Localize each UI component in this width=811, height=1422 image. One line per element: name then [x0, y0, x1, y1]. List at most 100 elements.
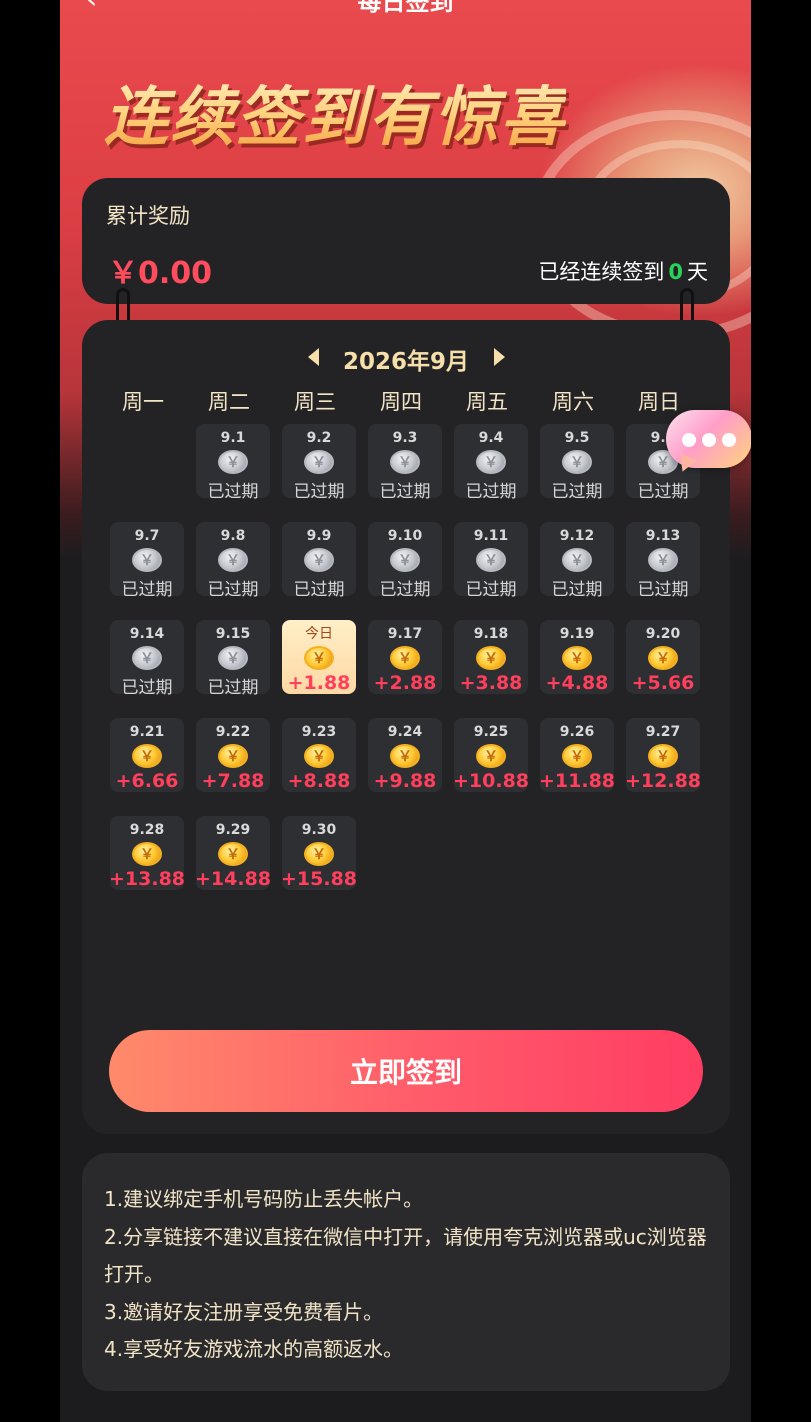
day-date: 9.14 — [129, 626, 165, 642]
calendar-day-9-12: 9.12 ￥ 已过期 — [540, 522, 614, 600]
calendar-day-9-10: 9.10 ￥ 已过期 — [368, 522, 442, 600]
gold-coin-icon: ￥ — [304, 842, 334, 866]
day-status: 已过期 — [465, 482, 517, 502]
calendar-day-9-21: 9.21 ￥ +6.66 — [110, 718, 184, 792]
gold-coin-icon: ￥ — [132, 744, 162, 768]
day-date: 9.11 — [473, 528, 509, 544]
silver-coin-icon: ￥ — [132, 646, 162, 670]
day-date: 9.4 — [478, 430, 504, 446]
day-date: 9.25 — [473, 724, 509, 740]
calendar-day-9-27: 9.27 ￥ +12.88 — [625, 718, 701, 792]
calendar-day-9-15: 9.15 ￥ 已过期 — [196, 620, 270, 698]
chat-bubble-icon[interactable] — [666, 410, 751, 476]
day-status: 已过期 — [207, 482, 259, 502]
day-date: 9.20 — [645, 626, 681, 642]
calendar-day-9-13: 9.13 ￥ 已过期 — [626, 522, 700, 600]
silver-coin-icon: ￥ — [648, 548, 678, 572]
day-date: 9.28 — [129, 822, 165, 838]
month-label: 2026年9月 — [342, 349, 470, 375]
day-bonus: +3.88 — [459, 672, 523, 694]
note-item: 2.分享链接不建议直接在微信中打开，请使用夸克浏览器或uc浏览器打开。 — [104, 1224, 707, 1287]
calendar-day-9-17: 9.17 ￥ +2.88 — [368, 620, 442, 694]
calendar-day-9-14: 9.14 ￥ 已过期 — [110, 620, 184, 698]
day-date: 9.30 — [301, 822, 337, 838]
weekday-header: 周一 周二 周三 周四 周五 周六 周日 — [106, 386, 712, 416]
silver-coin-icon: ￥ — [132, 548, 162, 572]
note-item: 3.邀请好友注册享受免费看片。 — [104, 1299, 384, 1324]
day-date: 9.17 — [387, 626, 423, 642]
day-date: 9.13 — [645, 528, 681, 544]
weekday-label: 周二 — [208, 390, 250, 414]
day-date: 9.18 — [473, 626, 509, 642]
gold-coin-icon: ￥ — [218, 842, 248, 866]
silver-coin-icon: ￥ — [562, 548, 592, 572]
day-bonus: +5.66 — [631, 672, 695, 694]
day-date: 9.23 — [301, 724, 337, 740]
calendar-day-9-11: 9.11 ￥ 已过期 — [454, 522, 528, 600]
day-date: 9.15 — [215, 626, 251, 642]
day-date: 9.27 — [645, 724, 681, 740]
day-date: 9.2 — [306, 430, 332, 446]
signin-button[interactable]: 立即签到 — [109, 1030, 703, 1112]
note-item: 1.建议绑定手机号码防止丢失帐户。 — [104, 1187, 424, 1211]
day-date: 9.24 — [387, 724, 423, 740]
gold-coin-icon: ￥ — [562, 744, 592, 768]
reward-card: 累计奖励 ￥0.00 已经连续签到 0 天 — [82, 178, 730, 304]
silver-coin-icon: ￥ — [390, 450, 420, 474]
day-status: 已过期 — [121, 580, 173, 600]
hero-headline: 连续签到有惊喜 — [104, 66, 566, 158]
reward-amount: ￥0.00 — [108, 256, 213, 291]
silver-coin-icon: ￥ — [390, 548, 420, 572]
app-screen: ‹ 每日签到 连续签到有惊喜 累计奖励 ￥0.00 已经连续签到0天 2026年… — [60, 0, 751, 1422]
day-bonus: +13.88 — [108, 868, 186, 890]
weekday-label: 周五 — [466, 390, 508, 414]
day-date: 9.29 — [215, 822, 251, 838]
calendar-day-9-30: 9.30 ￥ +15.88 — [280, 816, 358, 890]
day-status: 已过期 — [551, 580, 603, 600]
day-date: 9.9 — [306, 528, 332, 544]
gold-coin-icon: ￥ — [390, 744, 420, 768]
day-date: 9.22 — [215, 724, 251, 740]
day-bonus: +1.88 — [287, 672, 351, 694]
day-date: 9.5 — [564, 430, 590, 446]
calendar-day-9-18: 9.18 ￥ +3.88 — [454, 620, 528, 694]
calendar-day-9-22: 9.22 ￥ +7.88 — [196, 718, 270, 792]
calendar-day-9-2: 9.2 ￥ 已过期 — [282, 424, 356, 502]
day-status: 已过期 — [293, 580, 345, 600]
streak-suffix: 天 — [687, 260, 708, 284]
day-date: 9.1 — [220, 430, 246, 446]
day-status: 已过期 — [121, 678, 173, 698]
calendar-day-9-19: 9.19 ￥ +4.88 — [540, 620, 614, 694]
calendar-day-today[interactable]: 今日 ￥ +1.88 — [282, 620, 356, 694]
day-status: 已过期 — [207, 580, 259, 600]
day-status: 已过期 — [379, 580, 431, 600]
silver-coin-icon: ￥ — [304, 450, 334, 474]
gold-coin-icon: ￥ — [648, 744, 678, 768]
weekday-label: 周一 — [122, 390, 164, 414]
calendar-day-9-25: 9.25 ￥ +10.88 — [452, 718, 530, 792]
gold-coin-icon: ￥ — [304, 646, 334, 670]
streak-days: 0 — [668, 260, 683, 284]
silver-coin-icon: ￥ — [218, 646, 248, 670]
day-status: 已过期 — [551, 482, 603, 502]
day-bonus: +15.88 — [280, 868, 358, 890]
day-bonus: +8.88 — [287, 770, 351, 792]
silver-coin-icon: ￥ — [476, 450, 506, 474]
day-status: 已过期 — [637, 482, 689, 502]
calendar-day-9-9: 9.9 ￥ 已过期 — [282, 522, 356, 600]
silver-coin-icon: ￥ — [562, 450, 592, 474]
gold-coin-icon: ￥ — [218, 744, 248, 768]
page-title: 每日签到 — [357, 0, 454, 16]
silver-coin-icon: ￥ — [304, 548, 334, 572]
next-month-icon[interactable] — [494, 348, 505, 366]
gold-coin-icon: ￥ — [304, 744, 334, 768]
calendar-day-9-4: 9.4 ￥ 已过期 — [454, 424, 528, 502]
note-item: 4.享受好友游戏流水的高额返水。 — [104, 1337, 404, 1361]
gold-coin-icon: ￥ — [648, 646, 678, 670]
day-bonus: +10.88 — [452, 770, 530, 792]
calendar-day-9-24: 9.24 ￥ +9.88 — [368, 718, 442, 792]
day-date: 9.3 — [392, 430, 418, 446]
day-date: 9.21 — [129, 724, 165, 740]
calendar-day-9-29: 9.29 ￥ +14.88 — [195, 816, 271, 890]
day-date: 今日 — [305, 626, 333, 642]
